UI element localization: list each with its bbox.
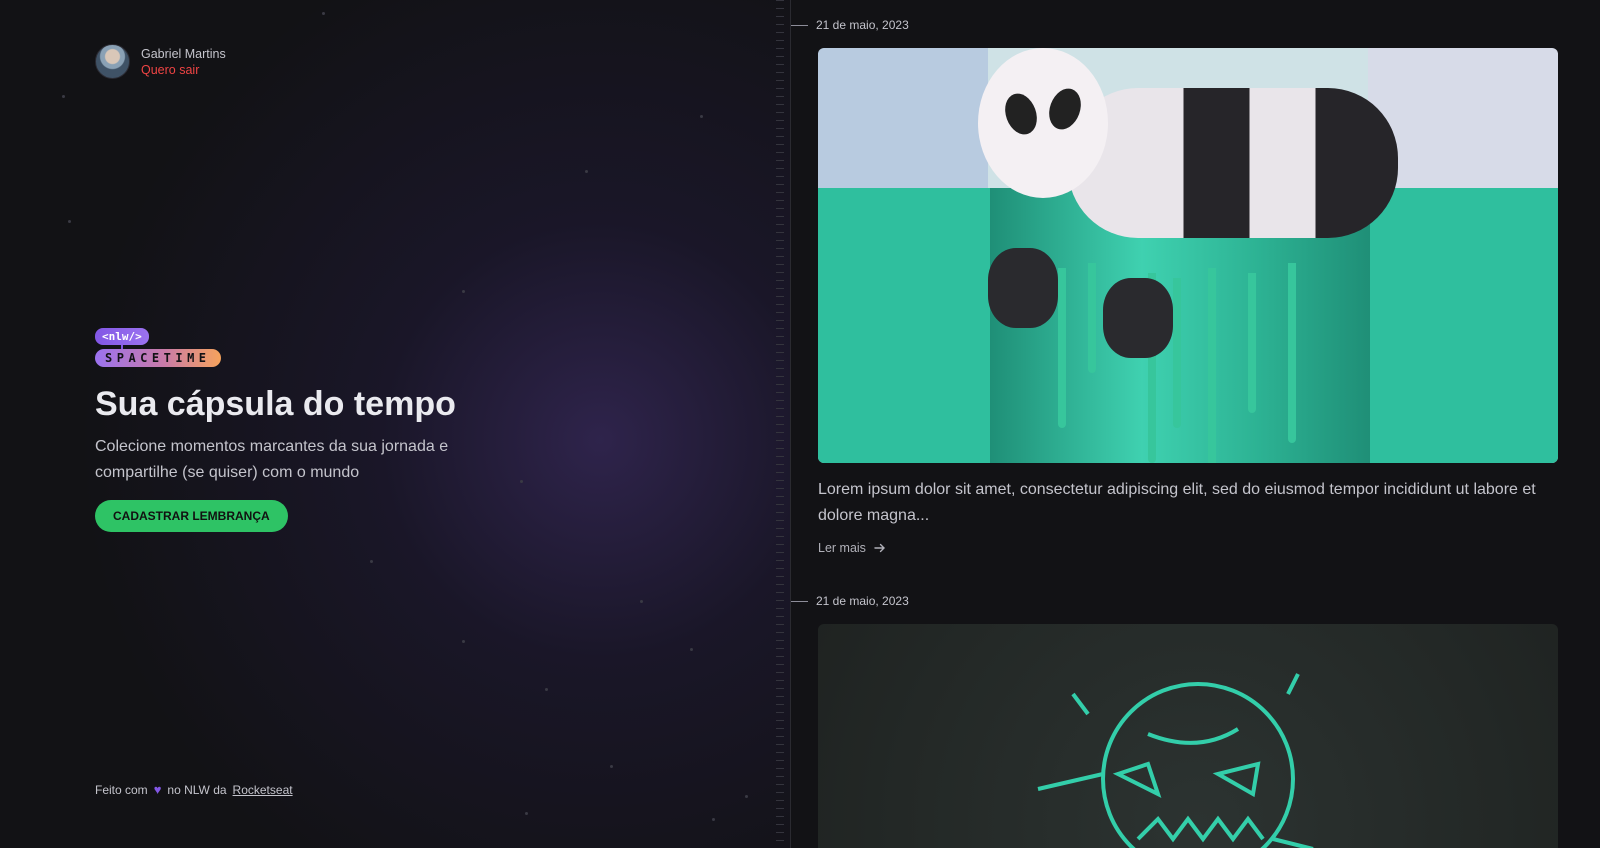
page-title: Sua cápsula do tempo [95,385,456,423]
spacetime-logo: SPACETIME [95,349,221,367]
panda-cake-image[interactable] [818,48,1558,463]
read-more-label: Ler mais [818,541,866,555]
memory-date: 21 de maio, 2023 [791,18,909,32]
avatar[interactable] [95,44,130,79]
star-field [0,0,790,848]
heart-icon: ♥ [153,782,162,797]
footer-prefix: Feito com [95,782,148,797]
memory-excerpt: Lorem ipsum dolor sit amet, consectetur … [818,481,1536,524]
neon-monster-image[interactable] [818,624,1558,848]
date-rule [791,600,808,602]
user-profile[interactable]: Gabriel Martins Quero sair [95,44,226,79]
footer-credits: Feito com ♥ no NLW da Rocketseat [95,782,293,797]
user-name: Gabriel Martins [141,46,226,61]
memory-date: 21 de maio, 2023 [791,594,909,608]
page-subtitle: Colecione momentos marcantes da sua jorn… [95,438,449,481]
arrow-right-icon [874,543,885,553]
nlw-tag: <nlw/> [95,328,149,345]
date-rule [791,24,808,26]
read-more-link[interactable]: Ler mais [818,541,886,555]
timeline-stripes [776,0,784,848]
rocketseat-link[interactable]: Rocketseat [233,783,293,797]
memory-date-text: 21 de maio, 2023 [816,18,909,32]
logout-link[interactable]: Quero sair [141,62,226,78]
memories-timeline[interactable]: 21 de maio, 2023 Lorem ipsum dolor sit a… [791,0,1600,848]
footer-suffix: no NLW da [167,782,227,797]
memory-date-text: 21 de maio, 2023 [816,594,909,608]
hero-panel: Gabriel Martins Quero sair <nlw/> SPACET… [0,0,791,848]
brand-logo: <nlw/> SPACETIME [95,327,221,367]
new-memory-button[interactable]: CADASTRAR LEMBRANÇA [95,500,288,532]
